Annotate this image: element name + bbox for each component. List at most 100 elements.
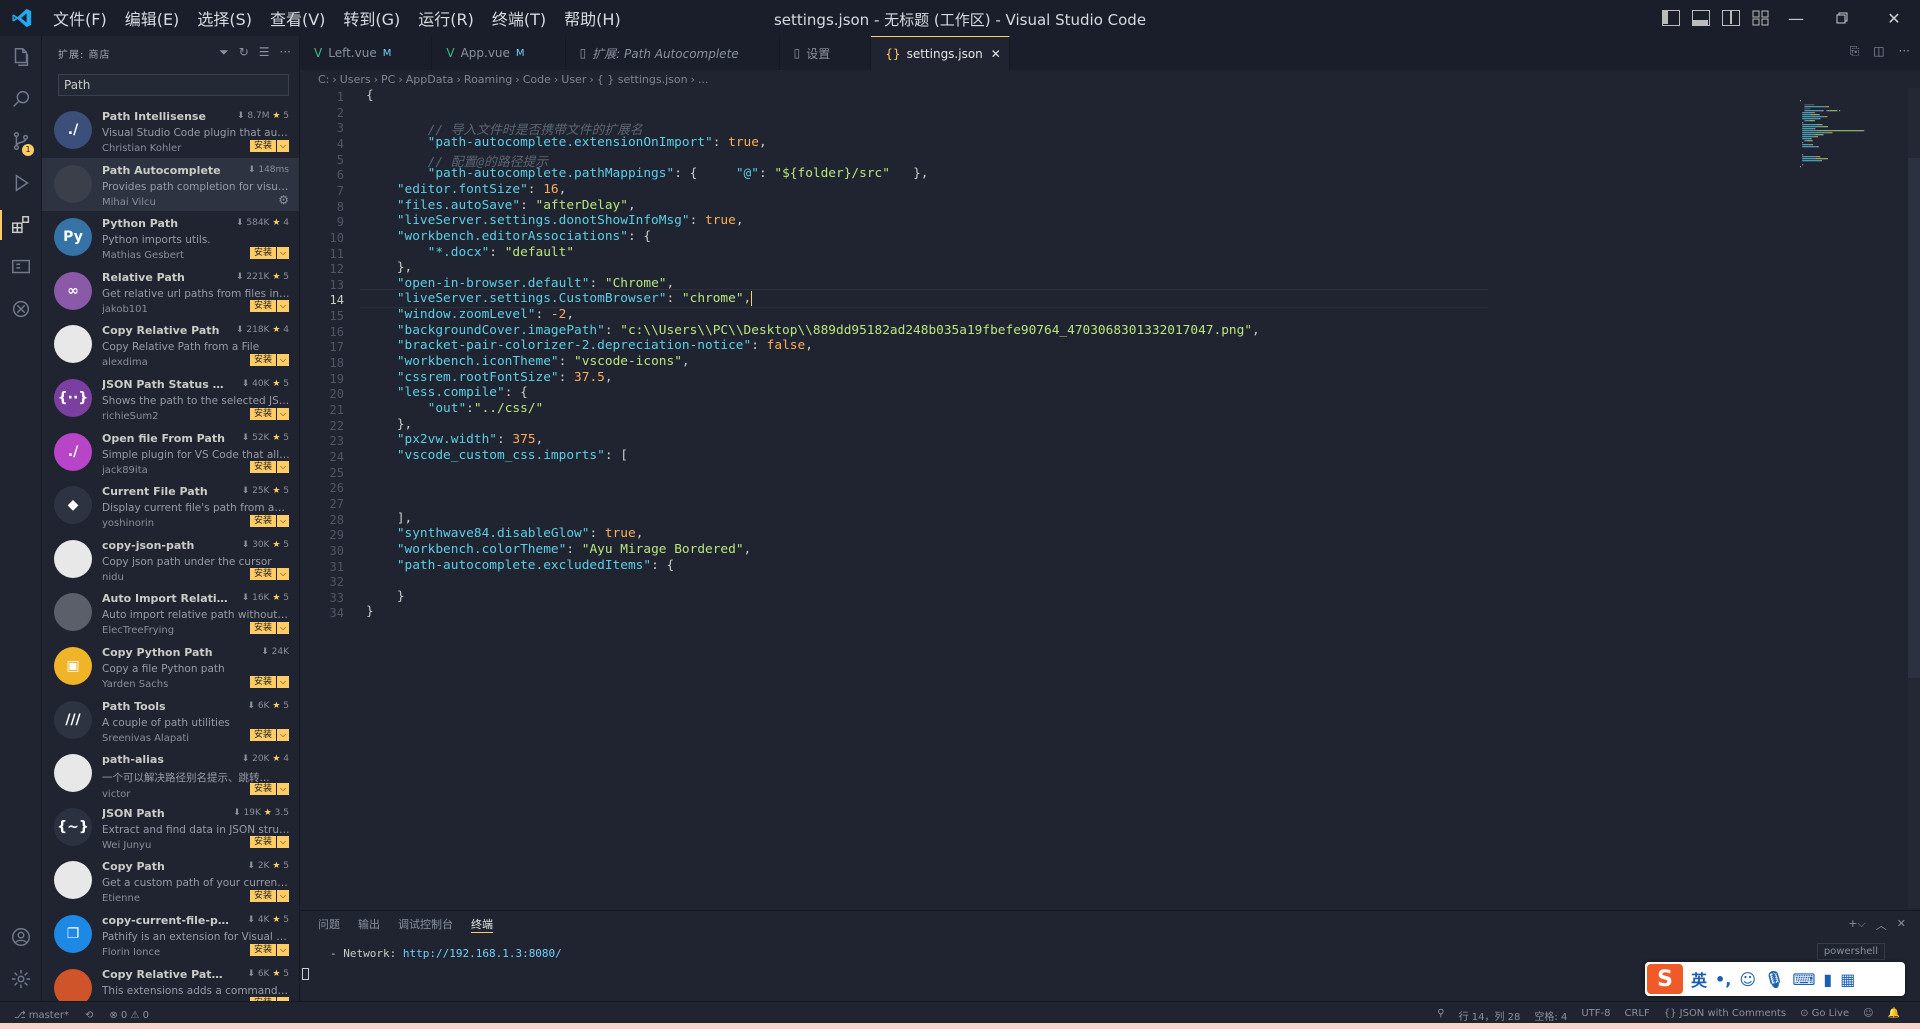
chevron-down-icon[interactable]: ⌵ — [277, 461, 289, 474]
panel-tab[interactable]: 终端 — [471, 916, 493, 933]
chevron-down-icon[interactable]: ⌵ — [277, 889, 289, 902]
install-button[interactable]: 安装⌵ — [249, 407, 289, 420]
chevron-down-icon[interactable]: ⌵ — [277, 568, 289, 581]
ime-lang-toggle[interactable]: 英 — [1691, 967, 1707, 991]
extension-item[interactable]: copy-json-path Copy json path under the c… — [42, 533, 299, 587]
search-icon[interactable] — [0, 78, 42, 120]
clear-icon[interactable]: ☰ — [259, 45, 270, 60]
chevron-down-icon[interactable]: ⌵ — [277, 514, 289, 527]
editor-tab[interactable]: ▯ 扩展: Path Autocomplete — [566, 36, 780, 70]
menu-item[interactable]: 帮助(H) — [555, 6, 630, 30]
close-tab-icon[interactable]: ✕ — [991, 47, 1001, 61]
language-mode[interactable]: {} JSON with Comments — [1664, 1008, 1786, 1023]
install-button[interactable]: 安装⌵ — [249, 246, 289, 259]
feedback-icon[interactable]: ☺ — [1863, 1008, 1873, 1023]
chevron-down-icon[interactable]: ⌵ — [277, 729, 289, 742]
breadcrumb-item[interactable]: Code — [523, 73, 551, 86]
toggle-panel-icon[interactable] — [1692, 10, 1710, 26]
breadcrumb-item[interactable]: C: — [318, 73, 329, 86]
extension-item[interactable]: ∞ Relative Path Get relative url paths fro… — [42, 265, 299, 319]
breadcrumb-item[interactable]: Users — [340, 73, 371, 86]
indentation[interactable]: 空格: 4 — [1534, 1008, 1567, 1023]
ime-emoji-icon[interactable]: ☺ — [1739, 970, 1756, 989]
menu-item[interactable]: 查看(V) — [261, 6, 334, 30]
ime-skin-icon[interactable]: ▮ — [1823, 970, 1832, 989]
ime-keyboard-icon[interactable]: ⌨ — [1792, 970, 1815, 989]
breadcrumb-item[interactable]: Roaming — [464, 73, 512, 86]
sync-icon[interactable]: ⟲ — [85, 1010, 93, 1021]
notifications-icon[interactable]: 🔔 — [1888, 1008, 1900, 1023]
extension-item[interactable]: Copy Relative Path Posix This extensions … — [42, 962, 299, 1001]
customize-layout-icon[interactable] — [1752, 10, 1770, 26]
eol[interactable]: CRLF — [1624, 1008, 1649, 1023]
extension-item[interactable]: path-alias 一个可以解决路径别名提示、跳转... victor ⬇ 20K … — [42, 747, 299, 801]
breadcrumb-item[interactable]: { } settings.json — [597, 73, 688, 86]
restore-button[interactable] — [1816, 0, 1868, 36]
editor-tab[interactable]: {} settings.json ✕ — [871, 36, 1010, 70]
git-branch[interactable]: ⎇ master* — [14, 1010, 69, 1021]
cursor-position[interactable]: 行 14，列 28 — [1459, 1008, 1521, 1023]
chevron-down-icon[interactable]: ⌵ — [277, 139, 289, 152]
new-terminal-icon[interactable]: +⌵ — [1848, 917, 1866, 933]
install-button[interactable]: 安装⌵ — [249, 836, 289, 849]
filter-icon[interactable]: ⏷ — [219, 45, 229, 60]
open-changes-icon[interactable]: ⎘ — [1850, 44, 1860, 59]
ime-punct-icon[interactable]: •, — [1715, 970, 1731, 989]
menu-item[interactable]: 转到(G) — [334, 6, 409, 30]
install-button[interactable]: 安装⌵ — [249, 889, 289, 902]
extension-item[interactable]: Copy Relative Path Copy Relative Path fro… — [42, 318, 299, 372]
minimize-button[interactable]: — — [1776, 0, 1816, 36]
source-control-icon[interactable]: 1 — [0, 120, 42, 162]
go-live-button[interactable]: ⊙ Go Live — [1800, 1008, 1849, 1023]
terminal-instance-powershell[interactable]: powershell — [1816, 943, 1885, 960]
extension-item[interactable]: ./ Path Intellisense Visual Studio Code pl… — [42, 104, 299, 158]
split-editor-icon[interactable]: ◫ — [1873, 44, 1884, 59]
code-editor[interactable]: 1{2 3 // 导入文件时是否携带文件的扩展名 4 "path-autocompl… — [300, 88, 1920, 908]
panel-tab[interactable]: 问题 — [318, 916, 340, 932]
extension-item[interactable]: ▣ Copy Python Path Copy a file Python path… — [42, 640, 299, 694]
chevron-down-icon[interactable]: ⌵ — [277, 246, 289, 259]
chevron-down-icon[interactable]: ⌵ — [277, 621, 289, 634]
encoding[interactable]: UTF-8 — [1581, 1008, 1610, 1023]
chevron-down-icon[interactable]: ⌵ — [277, 407, 289, 420]
scrollbar[interactable] — [1908, 88, 1920, 908]
chevron-down-icon[interactable]: ⌵ — [277, 353, 289, 366]
ime-voice-icon[interactable]: 🎙 — [1764, 970, 1784, 989]
breadcrumb-item[interactable]: ... — [698, 73, 709, 86]
toggle-secondary-sidebar-icon[interactable] — [1722, 10, 1740, 26]
install-button[interactable]: 安装⌵ — [249, 353, 289, 366]
install-button[interactable]: 安装⌵ — [249, 782, 289, 795]
manage-gear-icon[interactable] — [0, 958, 42, 1000]
menu-item[interactable]: 文件(F) — [44, 6, 116, 30]
chevron-down-icon[interactable]: ⌵ — [277, 300, 289, 313]
install-button[interactable]: 安装⌵ — [249, 139, 289, 152]
extension-item[interactable]: ./ Open file From Path Simple plugin for V… — [42, 426, 299, 480]
extension-item[interactable]: Py Python Path Python imports utils. Mathia… — [42, 211, 299, 265]
close-panel-icon[interactable]: ✕ — [1897, 917, 1906, 933]
extension-item[interactable]: ◆ Current File Path Display current file's… — [42, 479, 299, 533]
remote-explorer-icon[interactable] — [0, 246, 42, 288]
extension-item[interactable]: ❐ copy-current-file-path Pathify is an ext… — [42, 908, 299, 962]
panel-tab[interactable]: 调试控制台 — [398, 916, 453, 932]
breadcrumb-item[interactable]: PC — [381, 73, 395, 86]
menu-item[interactable]: 终端(T) — [483, 6, 555, 30]
install-button[interactable]: 安装⌵ — [249, 461, 289, 474]
breadcrumb-item[interactable]: User — [561, 73, 586, 86]
explorer-icon[interactable] — [0, 36, 42, 78]
manage-gear-icon[interactable]: ⚙ — [278, 193, 289, 207]
install-button[interactable]: 安装⌵ — [249, 514, 289, 527]
toggle-sidebar-icon[interactable] — [1662, 10, 1680, 26]
chevron-down-icon[interactable]: ⌵ — [277, 943, 289, 956]
ime-tools-icon[interactable]: ▦ — [1840, 970, 1855, 989]
install-button[interactable]: 安装⌵ — [249, 300, 289, 313]
extension-item[interactable]: Path Autocomplete Provides path completio… — [42, 157, 299, 212]
install-button[interactable]: 安装⌵ — [249, 621, 289, 634]
extensions-icon[interactable] — [0, 204, 42, 246]
extension-item[interactable]: {~} JSON Path Extract and find data in JSO… — [42, 801, 299, 855]
extension-item[interactable]: Auto Import Relative ... Auto import rela… — [42, 586, 299, 640]
editor-tab[interactable]: ▯ 设置 — [780, 36, 872, 70]
network-url-link[interactable]: http://192.168.1.3:8080/ — [403, 947, 562, 960]
account-icon[interactable] — [0, 916, 42, 958]
more-actions-icon[interactable]: ··· — [1899, 44, 1910, 59]
editor-tab[interactable]: V App.vue M — [432, 36, 566, 70]
